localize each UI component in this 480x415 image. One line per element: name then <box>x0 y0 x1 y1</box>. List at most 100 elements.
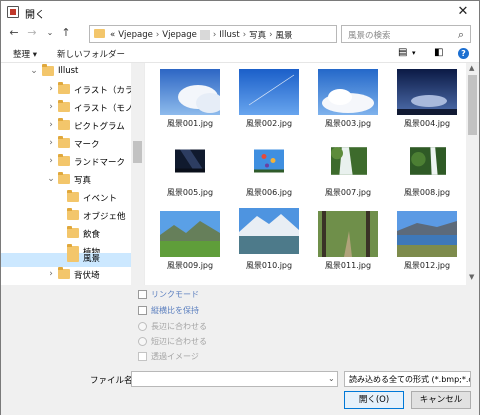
tree-item-mark[interactable]: › マーク <box>1 135 131 153</box>
tree-item-object[interactable]: オブジェ他 <box>1 207 131 225</box>
tree-item-illust[interactable]: ⌄ Illust <box>1 63 131 81</box>
folder-icon <box>94 29 105 38</box>
file-item[interactable]: 風景011.jpg <box>309 211 387 281</box>
checkbox[interactable] <box>138 290 147 299</box>
radio-button[interactable] <box>138 322 147 331</box>
tree-item-color-illust[interactable]: › イラスト（カラー） <box>1 81 144 99</box>
file-name: 風景012.jpg <box>403 261 451 270</box>
view-options-icon[interactable]: ▤ <box>398 47 407 58</box>
tree-item-pictogram[interactable]: › ピクトグラム <box>1 117 131 135</box>
folder-icon <box>67 253 79 262</box>
thumbnail-image <box>397 211 457 257</box>
keep-ratio-label: 縦横比を保持 <box>151 306 199 315</box>
thumbnail-image <box>331 147 367 175</box>
organize-menu[interactable]: 整理 ▾ <box>13 48 37 60</box>
open-button[interactable]: 開く(O) <box>344 391 404 409</box>
thumbnail-image <box>410 147 446 175</box>
scroll-up-icon[interactable]: ▲ <box>469 64 474 72</box>
file-list: 風景001.jpg 風景002.jpg 風景003.jpg 風景004.jpg … <box>144 63 466 285</box>
new-folder-button[interactable]: 新しいフォルダー <box>57 48 125 60</box>
help-icon[interactable]: ? <box>458 48 469 59</box>
chevron-right-icon[interactable]: › <box>47 138 55 148</box>
window-title: 開く <box>25 10 45 21</box>
tree-item-scenery[interactable]: 風景 <box>1 253 131 267</box>
file-item[interactable]: 風景008.jpg <box>388 138 466 208</box>
breadcrumb-item[interactable]: Vjepage <box>162 30 197 40</box>
thumbnail-image <box>160 69 220 115</box>
chevron-right-icon[interactable]: › <box>156 30 159 40</box>
file-item[interactable]: 風景007.jpg <box>309 138 387 208</box>
arrow-left-icon[interactable]: ← <box>7 26 21 40</box>
view-dropdown-icon[interactable]: ▾ <box>412 49 416 57</box>
thumbnail-image <box>239 208 299 254</box>
file-type-filter[interactable]: 読み込める全ての形式 (*.bmp;*.c <box>344 371 471 387</box>
scrollbar-thumb[interactable] <box>133 141 142 163</box>
tree-item-label: マーク <box>74 140 100 150</box>
breadcrumb-item[interactable]: Illust <box>219 30 239 40</box>
thumbnail-image <box>318 69 378 115</box>
file-item[interactable]: 風景003.jpg <box>309 69 387 139</box>
breadcrumb-item[interactable]: 風景 <box>276 29 293 41</box>
search-box[interactable]: 風景の検索 ⌕ <box>341 25 471 43</box>
arrow-right-icon[interactable]: → <box>25 26 39 40</box>
chevron-right-icon[interactable]: › <box>47 102 55 112</box>
chevron-right-icon[interactable]: › <box>47 84 55 94</box>
file-name: 風景003.jpg <box>324 119 372 128</box>
address-bar[interactable]: « Vjepage › Vjepage › Illust › 写真 › 風景 ⌄… <box>89 25 423 43</box>
chevron-right-icon[interactable]: › <box>269 30 272 40</box>
chevron-right-icon[interactable]: › <box>47 156 55 166</box>
fit-long-label: 長辺に合わせる <box>151 322 207 331</box>
file-name: 風景010.jpg <box>245 261 293 270</box>
scrollbar-thumb[interactable] <box>468 75 477 135</box>
chevron-down-icon[interactable]: ⌄ <box>47 174 55 184</box>
file-item[interactable]: 風景006.jpg <box>230 138 308 208</box>
chevron-right-icon[interactable]: › <box>243 30 246 40</box>
tree-item-event[interactable]: イベント <box>1 189 131 207</box>
close-icon[interactable]: ✕ <box>455 4 471 19</box>
breadcrumb-item[interactable]: 写真 <box>249 29 266 41</box>
checkbox[interactable] <box>138 306 147 315</box>
options-area: リンクモード 縦横比を保持 長辺に合わせる 短辺に合わせる 透過イメージ ファイ… <box>1 285 479 415</box>
tree-item-photo[interactable]: ⌄ 写真 <box>1 171 131 189</box>
tree-item-food[interactable]: 飲食 <box>1 225 131 243</box>
file-item[interactable]: 風景004.jpg <box>388 69 466 139</box>
title-bar: 開く ✕ <box>1 1 479 23</box>
tree-item-label: ピクトグラム <box>74 122 125 132</box>
file-list-scrollbar[interactable]: ▲ ▼ <box>466 63 479 285</box>
open-file-dialog: 開く ✕ ← → ⌄ ↑ « Vjepage › Vjepage › Illus… <box>0 0 480 415</box>
file-item[interactable]: 風景002.jpg <box>230 69 308 139</box>
filename-input[interactable] <box>131 371 338 387</box>
preview-pane-icon[interactable]: ◧ <box>434 47 443 58</box>
file-item[interactable]: 風景001.jpg <box>151 69 229 139</box>
breadcrumb-overflow[interactable]: « <box>110 30 115 40</box>
search-icon[interactable]: ⌕ <box>458 28 464 42</box>
checkbox[interactable] <box>138 352 147 361</box>
file-item[interactable]: 風景012.jpg <box>388 211 466 281</box>
tree-item-background[interactable]: › 背伏埼 <box>1 266 131 284</box>
scroll-down-icon[interactable]: ▼ <box>469 273 474 281</box>
tree-item-label: 風景 <box>83 254 101 264</box>
thumbnail-image <box>239 69 299 115</box>
file-item[interactable]: 風景010.jpg <box>230 208 308 281</box>
file-item[interactable]: 風景009.jpg <box>151 211 229 281</box>
chevron-right-icon[interactable]: › <box>47 269 55 279</box>
tree-item-landmark[interactable]: › ランドマーク <box>1 153 131 171</box>
chevron-down-icon[interactable]: ⌄ <box>328 374 335 383</box>
tree-item-label: Illust <box>58 66 79 76</box>
file-item[interactable]: 風景005.jpg <box>151 138 229 208</box>
file-name: 風景009.jpg <box>166 261 214 270</box>
breadcrumb-item[interactable]: Vjepage <box>118 30 153 40</box>
chevron-right-icon[interactable]: › <box>47 120 55 130</box>
chevron-down-icon[interactable]: ⌄ <box>43 26 57 40</box>
chevron-right-icon[interactable]: › <box>213 30 216 40</box>
tree-scrollbar[interactable] <box>131 63 144 285</box>
fit-short-label: 短辺に合わせる <box>151 337 207 346</box>
tree-item-mono-illust[interactable]: › イラスト（モノクロ） <box>1 99 144 117</box>
folder-icon <box>58 82 70 94</box>
cancel-button[interactable]: キャンセル <box>411 391 471 409</box>
radio-button[interactable] <box>138 337 147 346</box>
folder-icon <box>58 172 70 184</box>
arrow-up-icon[interactable]: ↑ <box>59 26 73 40</box>
chevron-down-icon[interactable]: ⌄ <box>30 66 38 76</box>
file-name: 風景006.jpg <box>245 188 293 197</box>
